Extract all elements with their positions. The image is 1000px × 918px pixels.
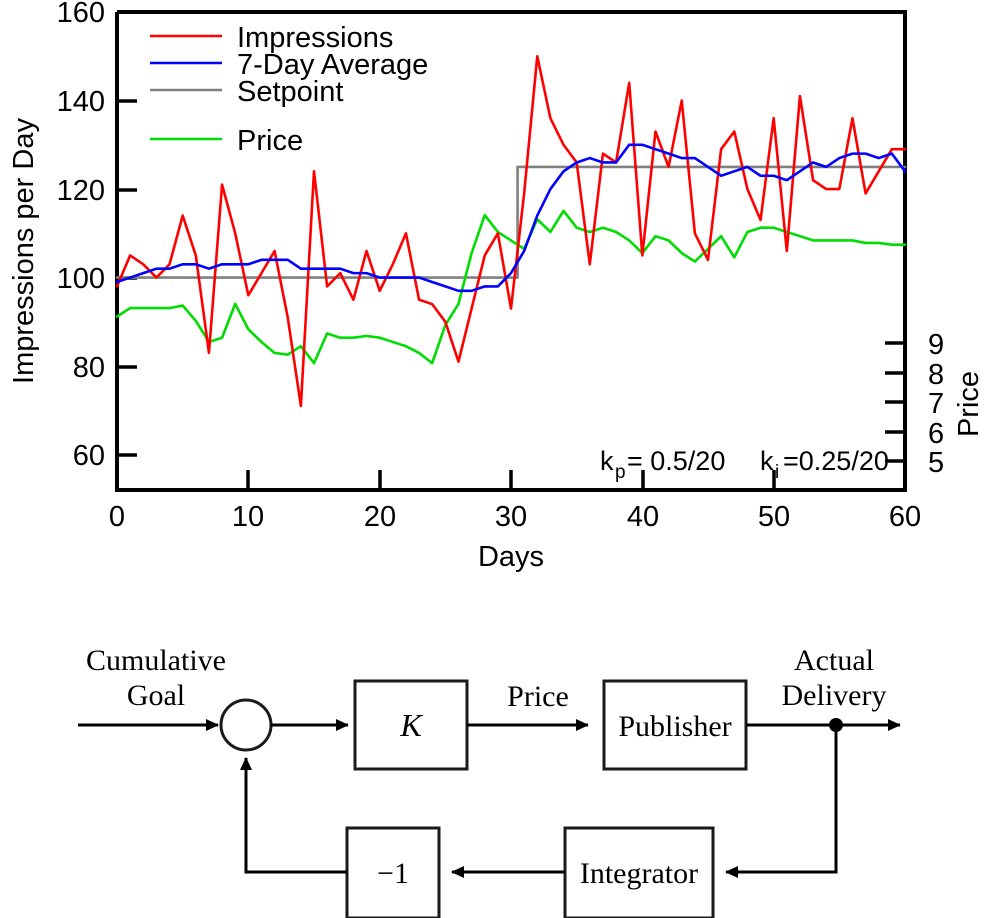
y-tick-label: 80 — [73, 352, 105, 384]
wire-negate-to-sum — [240, 757, 347, 874]
gain-block-label: K — [399, 707, 423, 743]
output-label-line1: Actual — [794, 644, 874, 677]
y2-tick-label: 7 — [928, 388, 944, 420]
y2-tick-label: 5 — [928, 447, 944, 479]
price-wire-label: Price — [507, 680, 569, 713]
block-diagram: Cumulative Goal K Price Publisher Actual… — [78, 644, 901, 918]
x-tick-label: 60 — [889, 501, 921, 533]
legend-label-price: Price — [237, 125, 303, 157]
x-axis-tick-labels: 0 10 20 30 40 50 60 — [109, 501, 921, 533]
x-tick-label: 40 — [627, 501, 659, 533]
x-tick-label: 30 — [495, 501, 527, 533]
x-tick-label: 20 — [364, 501, 396, 533]
y2-tick-label: 6 — [928, 418, 944, 450]
negate-block-label: −1 — [377, 857, 409, 890]
y-axis-ticks — [117, 10, 137, 457]
x-tick-label: 50 — [758, 501, 790, 533]
y-tick-label: 100 — [57, 263, 105, 295]
y-tick-label: 160 — [57, 0, 105, 29]
impressions-chart: 160 140 120 100 80 60 Impressions per Da… — [8, 0, 985, 573]
y-axis-title: Impressions per Day — [8, 118, 40, 384]
x-axis-title: Days — [478, 541, 544, 573]
summing-junction — [219, 698, 273, 752]
y-tick-label: 140 — [57, 86, 105, 118]
setpoint-line — [115, 165, 907, 279]
kp-symbol: k — [600, 446, 614, 476]
series-layer — [115, 54, 907, 408]
kp-subscript: p — [615, 462, 626, 483]
y2-tick-label: 9 — [928, 329, 944, 361]
y2-axis-ticks — [885, 341, 905, 463]
y-tick-label: 60 — [73, 440, 105, 472]
figure-root: 160 140 120 100 80 60 Impressions per Da… — [0, 0, 1000, 918]
chart-legend: Impressions 7-Day Average Setpoint Price — [150, 22, 428, 157]
ki-symbol: k — [760, 446, 774, 476]
y2-axis-title: Price — [953, 371, 985, 437]
output-label-line2: Delivery — [782, 679, 887, 712]
kp-value: = 0.5/20 — [627, 446, 725, 476]
ki-subscript: i — [775, 462, 779, 483]
integrator-block-label: Integrator — [580, 857, 698, 890]
y-tick-label: 120 — [57, 175, 105, 207]
ki-value: =0.25/20 — [783, 446, 889, 476]
x-tick-label: 0 — [109, 501, 125, 533]
y2-axis-tick-labels: 9 8 7 6 5 — [928, 329, 944, 479]
y2-tick-label: 8 — [928, 359, 944, 391]
y-axis-tick-labels: 160 140 120 100 80 60 — [57, 0, 105, 472]
x-tick-label: 10 — [232, 501, 264, 533]
publisher-block-label: Publisher — [618, 710, 731, 743]
input-label-line2: Goal — [127, 679, 185, 712]
legend-label-setpoint: Setpoint — [237, 76, 343, 108]
input-label-line1: Cumulative — [86, 644, 226, 677]
